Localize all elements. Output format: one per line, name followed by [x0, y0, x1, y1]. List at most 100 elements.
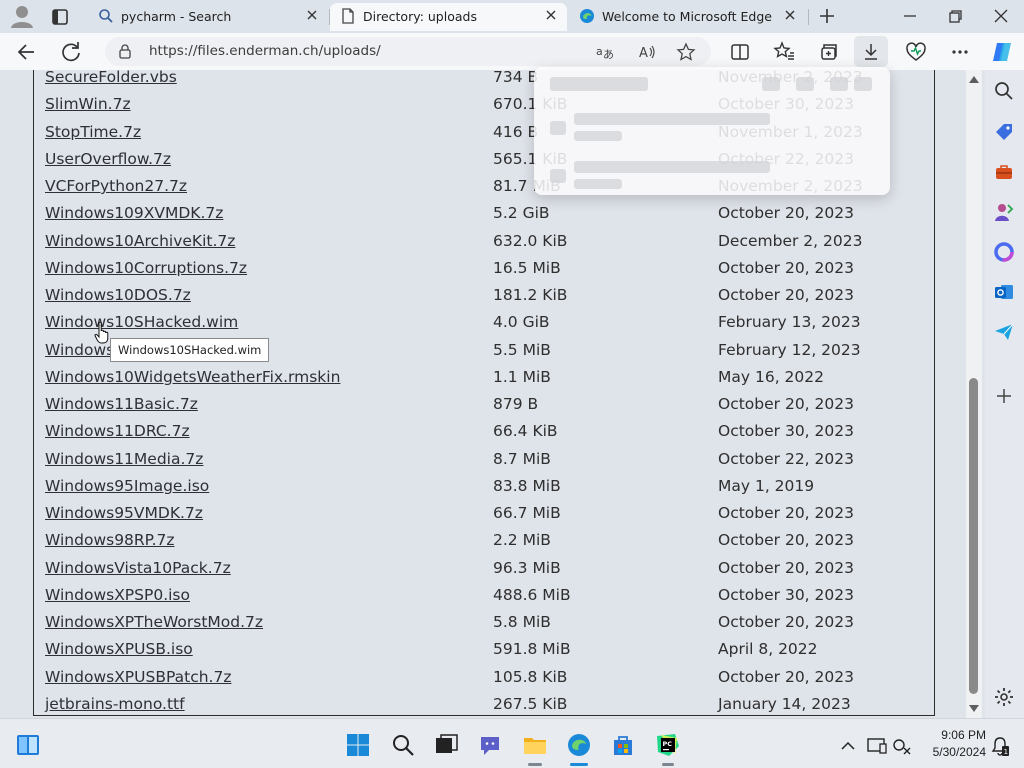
file-link[interactable]: UserOverflow.7z	[45, 150, 171, 168]
system-clock[interactable]: 9:06 PM 5/30/2024	[922, 727, 986, 761]
file-link[interactable]: jetbrains-mono.ttf	[45, 695, 185, 713]
close-icon[interactable]	[544, 8, 558, 22]
copilot-icon[interactable]	[989, 39, 1015, 65]
device-icon[interactable]	[866, 735, 888, 757]
read-aloud-icon[interactable]: A	[637, 42, 657, 62]
file-link[interactable]: Windows10ArchiveKit.7z	[45, 232, 235, 250]
restore-icon[interactable]	[943, 4, 967, 28]
file-link[interactable]: Windows95Image.iso	[45, 477, 209, 495]
widgets-icon[interactable]	[15, 732, 41, 758]
file-link[interactable]: WindowsXPSP0.iso	[45, 586, 190, 604]
file-date: October 30, 2023	[718, 422, 854, 441]
url-text[interactable]: https://files.enderman.ch/uploads/	[149, 43, 381, 59]
file-row: Windows11Media.7z 8.7 MiB October 22, 2023	[34, 448, 934, 475]
hand-cursor-icon	[94, 321, 112, 345]
file-link[interactable]: Windows10DOS.7z	[45, 286, 191, 304]
scroll-up-icon[interactable]	[969, 76, 979, 83]
file-link[interactable]: WindowsXPUSBPatch.7z	[45, 668, 231, 686]
file-link[interactable]: Windows10SHacked.wim	[45, 313, 238, 331]
microsoft-365-icon[interactable]	[993, 241, 1015, 263]
new-tab-icon[interactable]	[815, 4, 839, 28]
file-row: Windows10Corruptions.7z 16.5 MiB October 2…	[34, 257, 934, 284]
file-date: October 22, 2023	[718, 449, 854, 468]
file-date: October 20, 2023	[718, 395, 854, 413]
games-icon[interactable]	[993, 201, 1015, 223]
file-link[interactable]: SlimWin.7z	[45, 95, 131, 113]
file-explorer-icon[interactable]	[522, 732, 548, 758]
file-size: 8.7 MiB	[493, 449, 551, 468]
close-window-icon[interactable]	[989, 4, 1013, 28]
collections-icon[interactable]	[815, 39, 841, 65]
pycharm-icon[interactable]: PC	[655, 732, 681, 758]
more-options-icon[interactable]	[947, 39, 973, 65]
file-row: WindowsXPSP0.iso 488.6 MiB October 30, 202…	[34, 584, 934, 611]
refresh-icon[interactable]	[58, 39, 84, 65]
favorite-star-icon[interactable]	[676, 42, 696, 62]
file-link[interactable]: Windows10Corruptions.7z	[45, 259, 247, 277]
start-icon[interactable]	[345, 732, 371, 758]
file-link[interactable]: Windows11DRC.7z	[45, 422, 190, 440]
file-date: February 12, 2023	[718, 340, 861, 359]
address-bar[interactable]: https://files.enderman.ch/uploads/ aあ A	[105, 37, 711, 66]
file-link[interactable]: Windows10WidgetsWeatherFix.rmskin	[45, 368, 340, 386]
svg-text:1: 1	[1004, 748, 1008, 756]
task-view-icon[interactable]	[433, 732, 459, 758]
tab-welcome-edge[interactable]: Welcome to Microsoft Edge	[569, 3, 806, 31]
shopping-tag-icon[interactable]	[993, 121, 1015, 143]
close-icon[interactable]	[305, 8, 319, 22]
file-size: 16.5 MiB	[493, 258, 561, 277]
file-link[interactable]: VCForPython27.7z	[45, 177, 187, 195]
tab-actions-icon[interactable]	[44, 5, 76, 29]
file-link[interactable]: StopTime.7z	[45, 123, 141, 141]
network-icon[interactable]	[892, 736, 912, 756]
taskbar-search-icon[interactable]	[390, 732, 416, 758]
file-link[interactable]: Windows95VMDK.7z	[45, 504, 203, 522]
back-icon[interactable]	[14, 39, 40, 65]
file-size: 66.7 MiB	[493, 504, 561, 522]
file-row: jetbrains-mono.ttf 267.5 KiB January 14, 2…	[34, 693, 934, 718]
file-date: April 8, 2022	[718, 640, 818, 659]
profile-icon[interactable]	[8, 3, 36, 29]
lock-icon[interactable]	[117, 43, 133, 59]
file-link[interactable]: Windows109XVMDK.7z	[45, 204, 223, 222]
downloads-flyout	[534, 67, 890, 195]
minimize-icon[interactable]	[898, 4, 922, 28]
file-row: Windows109XVMDK.7z 5.2 GiB October 20, 202…	[34, 202, 934, 229]
sidebar-search-icon[interactable]	[993, 80, 1015, 102]
tab-directory-uploads[interactable]: Directory: uploads	[330, 3, 567, 31]
split-screen-icon[interactable]	[727, 39, 753, 65]
show-hidden-icons[interactable]	[838, 736, 858, 756]
file-size: 734 B	[493, 70, 539, 86]
outlook-icon[interactable]	[993, 281, 1015, 303]
close-icon[interactable]	[783, 8, 797, 22]
file-link[interactable]: Windows98RP.7z	[45, 531, 175, 549]
scrollbar-thumb[interactable]	[969, 378, 978, 694]
add-sidebar-app-icon[interactable]	[993, 385, 1015, 407]
translate-icon[interactable]: aあ	[595, 42, 615, 62]
taskbar-edge-icon[interactable]	[566, 732, 592, 758]
vertical-scrollbar[interactable]	[966, 70, 982, 718]
tab-search[interactable]: pycharm - Search	[88, 3, 328, 31]
file-link[interactable]: WindowsXPUSB.iso	[45, 640, 193, 658]
send-icon[interactable]	[993, 321, 1015, 343]
notification-bell-icon[interactable]: 1	[990, 735, 1010, 757]
chat-icon[interactable]	[477, 732, 503, 758]
download-icon	[865, 44, 877, 60]
browser-essentials-icon[interactable]	[903, 39, 929, 65]
scroll-down-icon[interactable]	[969, 705, 979, 712]
microsoft-store-icon[interactable]	[610, 732, 636, 758]
file-link[interactable]: SecureFolder.vbs	[45, 70, 177, 86]
tab-divider	[808, 9, 809, 25]
file-link[interactable]: WindowsXPTheWorstMod.7z	[45, 613, 263, 631]
navigation-toolbar: https://files.enderman.ch/uploads/ aあ A	[0, 33, 1024, 70]
tools-briefcase-icon[interactable]	[993, 161, 1015, 183]
favorites-icon[interactable]	[771, 39, 797, 65]
tab-title: pycharm - Search	[121, 9, 232, 24]
sidebar-settings-icon[interactable]	[993, 686, 1015, 708]
flyout-header-placeholder	[550, 77, 648, 91]
file-link[interactable]: Windows11Media.7z	[45, 450, 203, 468]
search-icon	[98, 8, 114, 24]
file-link[interactable]: WindowsVista10Pack.7z	[45, 559, 231, 577]
file-link[interactable]: Windows11Basic.7z	[45, 395, 198, 413]
downloads-button[interactable]	[854, 36, 888, 67]
